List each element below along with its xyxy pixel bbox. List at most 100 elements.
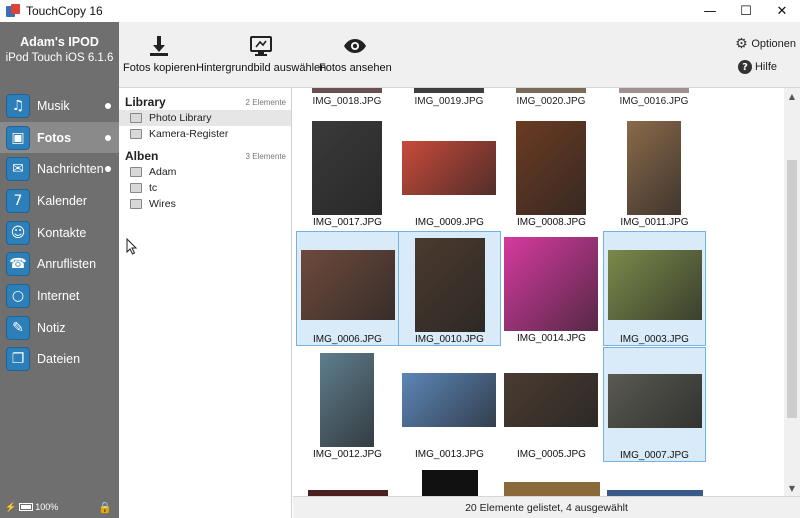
photo-thumbnail[interactable] <box>504 373 598 427</box>
photo-filename: IMG_0018.JPG <box>312 96 382 107</box>
nav-item-label: Fotos <box>37 130 72 145</box>
photo-cell[interactable]: IMG_0012.JPG <box>296 347 399 462</box>
photo-cell[interactable]: IMG_0005.JPG <box>500 347 603 462</box>
nav-item-musik[interactable]: ♫ Musik <box>0 90 119 122</box>
set-wallpaper-label: Hintergrundbild auswählen <box>196 62 327 74</box>
photo-thumbnail[interactable] <box>516 121 586 215</box>
photo-thumbnail[interactable] <box>402 373 496 427</box>
photo-cell[interactable]: IMG_0006.JPG <box>296 231 399 346</box>
nav-item-kontakte[interactable]: ☺ Kontakte <box>0 217 119 249</box>
photo-cell[interactable]: IMG_0007.JPG <box>603 347 706 462</box>
photo-filename: IMG_0020.JPG <box>516 96 586 107</box>
battery-level: 100% <box>35 502 59 512</box>
photo-cell[interactable]: IMG_0011.JPG <box>603 115 706 230</box>
close-button[interactable]: ✕ <box>764 0 800 22</box>
music-icon: ♫ <box>6 93 30 118</box>
photo-filename: IMG_0014.JPG <box>517 333 586 344</box>
photo-cell[interactable]: IMG_0010.JPG <box>398 231 501 346</box>
maximize-button[interactable]: ☐ <box>728 0 764 22</box>
photo-thumbnail[interactable] <box>627 121 681 215</box>
activity-dot <box>105 103 111 109</box>
photo-filename: IMG_0008.JPG <box>517 217 586 228</box>
photo-thumbnail[interactable] <box>320 353 374 447</box>
title-bar: TouchCopy 16 — ☐ ✕ <box>0 0 800 22</box>
status-bar: 20 Elemente gelistet, 4 ausgewählt <box>293 496 800 518</box>
grid-scrollbar[interactable]: ▲ ▼ <box>784 88 800 496</box>
lock-icon[interactable]: 🔒 <box>98 501 112 514</box>
nav-item-internet[interactable]: ○ Internet <box>0 280 119 312</box>
photo-thumbnail[interactable] <box>312 121 382 215</box>
photo-filename: IMG_0006.JPG <box>313 334 382 345</box>
activity-dot <box>105 166 111 173</box>
albums-title: Alben <box>125 149 159 163</box>
device-header: Adam's IPOD iPod Touch iOS 6.1.6 <box>0 22 119 88</box>
nav-item-label: Kontakte <box>37 225 87 240</box>
photo-cell[interactable]: IMG_0017.JPG <box>296 115 399 230</box>
photo-thumbnail[interactable] <box>421 470 478 496</box>
photo-thumbnail[interactable] <box>503 482 600 496</box>
library-item-label: Photo Library <box>149 112 212 124</box>
albums-item[interactable]: Wires <box>119 196 291 212</box>
photo-thumbnail[interactable] <box>415 238 485 332</box>
window-title: TouchCopy 16 <box>26 4 103 18</box>
photo-thumbnail[interactable] <box>312 88 382 93</box>
calendar-icon: 7 <box>6 188 30 213</box>
photo-thumbnail[interactable] <box>402 141 496 195</box>
nav-item-label: Notiz <box>37 320 66 335</box>
mouse-cursor-icon <box>126 238 138 255</box>
status-text: 20 Elemente gelistet, 4 ausgewählt <box>465 501 628 514</box>
charging-icon: ⚡ <box>5 501 17 512</box>
options-button[interactable]: ⚙ Optionen <box>734 36 796 52</box>
nav-item-dateien[interactable]: ❐ Dateien <box>0 344 119 376</box>
library-item[interactable]: Photo Library <box>119 110 291 126</box>
albums-count: 3 Elemente <box>245 152 286 161</box>
nav-item-notiz[interactable]: ✎ Notiz <box>0 312 119 344</box>
touchcopy-logo-icon <box>6 4 20 18</box>
touchcopy-window: TouchCopy 16 — ☐ ✕ Adam's IPOD iPod Touc… <box>0 0 800 518</box>
photo-thumbnail[interactable] <box>608 250 702 320</box>
help-button[interactable]: ? Hilfe <box>737 60 777 74</box>
photo-thumbnail[interactable] <box>414 88 484 93</box>
scroll-thumb[interactable] <box>787 160 797 418</box>
battery-icon <box>19 503 34 511</box>
library-item[interactable]: Kamera-Register <box>119 126 291 142</box>
minimize-button[interactable]: — <box>692 0 728 22</box>
photo-cell[interactable]: IMG_0009.JPG <box>398 115 501 230</box>
albums-item-label: tc <box>149 182 158 194</box>
photo-library-icon <box>130 129 142 139</box>
albums-item[interactable]: tc <box>119 180 291 196</box>
photo-filename: IMG_0012.JPG <box>313 449 382 460</box>
photos-icon: ▣ <box>6 125 30 150</box>
copy-photos-button[interactable]: Fotos kopieren <box>123 22 196 88</box>
set-wallpaper-button[interactable]: Hintergrundbild auswählen <box>196 22 326 88</box>
nav-item-label: Internet <box>37 288 80 303</box>
copy-photos-label: Fotos kopieren <box>123 62 196 74</box>
photo-cell[interactable]: IMG_0008.JPG <box>500 115 603 230</box>
photo-thumbnail[interactable] <box>608 374 702 428</box>
photo-cell[interactable]: IMG_0013.JPG <box>398 347 501 462</box>
messages-icon: ✉ <box>6 157 30 182</box>
photo-thumbnail[interactable] <box>619 88 689 93</box>
nav-item-label: Anruflisten <box>37 257 97 272</box>
nav-item-nachrichten[interactable]: ✉ Nachrichten <box>0 153 119 185</box>
photo-cell[interactable]: IMG_0003.JPG <box>603 231 706 346</box>
photo-cell[interactable]: IMG_0014.JPG <box>500 231 603 346</box>
photo-filename: IMG_0007.JPG <box>620 450 689 461</box>
nav-item-kalender[interactable]: 7 Kalender <box>0 185 119 217</box>
nav-item-label: Nachrichten <box>37 162 104 177</box>
device-name: Adam's IPOD <box>20 35 99 49</box>
photo-thumbnail[interactable] <box>504 237 598 331</box>
phone-icon: ☎ <box>6 252 30 277</box>
photo-thumbnail[interactable] <box>301 250 395 320</box>
category-nav: ♫ Musik ▣ Fotos ✉ Nachrichten 7 Kalender ☺ Kontak… <box>0 90 119 375</box>
view-photos-button[interactable]: Fotos ansehen <box>319 22 392 88</box>
albums-item[interactable]: Adam <box>119 164 291 180</box>
device-model: iPod Touch iOS 6.1.6 <box>5 52 114 64</box>
nav-item-anruflisten[interactable]: ☎ Anruflisten <box>0 248 119 280</box>
library-panel: Library 2 Elemente Photo Library Kamera-R… <box>119 88 292 518</box>
scroll-down-icon[interactable]: ▼ <box>784 480 800 496</box>
nav-item-fotos[interactable]: ▣ Fotos <box>0 121 119 154</box>
nav-item-label: Dateien <box>37 352 81 367</box>
photo-thumbnail[interactable] <box>516 88 586 93</box>
scroll-up-icon[interactable]: ▲ <box>784 88 800 104</box>
